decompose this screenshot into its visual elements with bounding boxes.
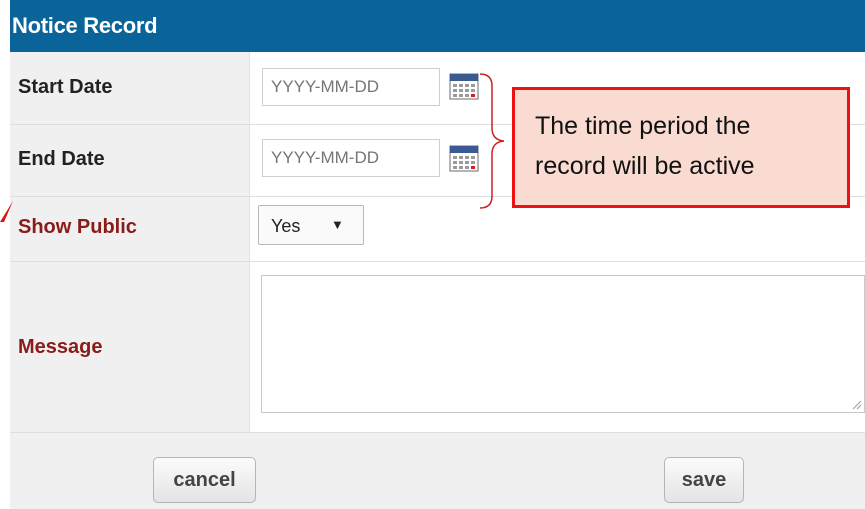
notice-record-form: Notice Record Start Date End Date [10, 0, 865, 509]
form-title: Notice Record [10, 0, 865, 52]
calendar-icon[interactable] [449, 144, 479, 172]
end-date-input[interactable] [262, 139, 440, 177]
start-date-label: Start Date [18, 76, 113, 98]
message-label: Message [18, 336, 103, 358]
show-public-select[interactable]: Yes ▼ [258, 205, 364, 245]
save-button[interactable]: save [664, 457, 744, 503]
show-public-label: Show Public [18, 216, 137, 238]
cancel-button[interactable]: cancel [153, 457, 256, 503]
start-date-input[interactable] [262, 68, 440, 106]
resize-grip-icon[interactable] [850, 398, 862, 410]
end-date-label: End Date [18, 148, 105, 170]
annotation-callout: The time period the record will be activ… [512, 87, 850, 208]
callout-line-1: The time period the [535, 112, 751, 140]
red-arrow-icon [0, 201, 13, 222]
show-public-value: Yes [271, 216, 301, 236]
callout-brace [479, 73, 505, 209]
calendar-icon[interactable] [449, 72, 479, 100]
message-textarea[interactable] [261, 275, 865, 413]
callout-line-2: record will be active [535, 152, 755, 180]
chevron-down-icon: ▼ [331, 217, 344, 232]
